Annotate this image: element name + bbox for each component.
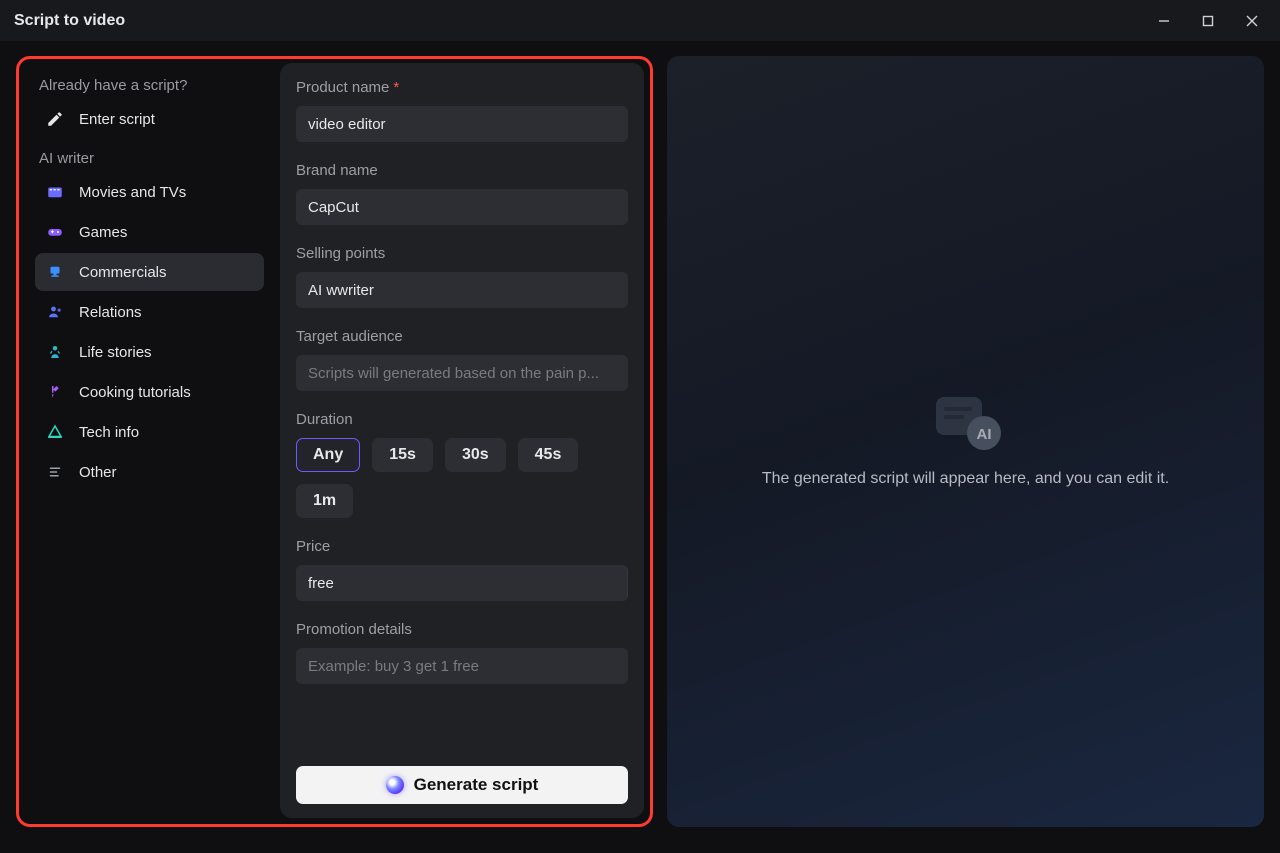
sidebar-item-cooking-tutorials[interactable]: Cooking tutorials (35, 373, 264, 411)
price-label: Price (296, 538, 628, 555)
selling-points-input[interactable] (296, 272, 628, 308)
product-name-label: Product name* (296, 79, 628, 96)
preview-panel: AI The generated script will appear here… (667, 56, 1264, 827)
sidebar-item-label: Relations (79, 304, 142, 321)
sidebar-section-ai: AI writer (39, 150, 262, 167)
close-button[interactable] (1230, 5, 1274, 37)
price-input[interactable] (296, 565, 628, 601)
sidebar-item-tech-info[interactable]: Tech info (35, 413, 264, 451)
commercials-icon (45, 262, 65, 282)
window-controls (1142, 5, 1274, 37)
sidebar-item-movies-and-tvs[interactable]: Movies and TVs (35, 173, 264, 211)
duration-options: Any 15s 30s 45s 1m (296, 438, 628, 518)
other-icon (45, 462, 65, 482)
life-stories-icon (45, 342, 65, 362)
sidebar-item-label: Other (79, 464, 117, 481)
sidebar-item-label: Movies and TVs (79, 184, 186, 201)
promotion-details-input[interactable] (296, 648, 628, 684)
duration-chip-30s[interactable]: 30s (445, 438, 506, 472)
brand-name-label: Brand name (296, 162, 628, 179)
maximize-button[interactable] (1186, 5, 1230, 37)
selling-points-label: Selling points (296, 245, 628, 262)
games-icon (45, 222, 65, 242)
sidebar-section-script: Already have a script? (39, 77, 262, 94)
cooking-icon (45, 382, 65, 402)
target-audience-label: Target audience (296, 328, 628, 345)
target-audience-input[interactable] (296, 355, 628, 391)
sidebar-item-other[interactable]: Other (35, 453, 264, 491)
minimize-button[interactable] (1142, 5, 1186, 37)
required-asterisk: * (393, 79, 399, 96)
form-panel: Product name* Brand name Selling points … (280, 63, 644, 818)
sidebar: Already have a script? Enter script AI w… (23, 63, 270, 818)
title-bar: Script to video (0, 0, 1280, 42)
generate-script-button[interactable]: Generate script (296, 766, 628, 804)
left-pane-highlight: Already have a script? Enter script AI w… (16, 56, 653, 827)
generate-script-label: Generate script (414, 775, 539, 795)
preview-placeholder-text: The generated script will appear here, a… (762, 467, 1169, 491)
sidebar-item-label: Life stories (79, 344, 152, 361)
relations-icon (45, 302, 65, 322)
sidebar-item-enter-script[interactable]: Enter script (35, 100, 264, 138)
ai-orb-icon (386, 776, 404, 794)
duration-label: Duration (296, 411, 628, 428)
tech-info-icon (45, 422, 65, 442)
brand-name-input[interactable] (296, 189, 628, 225)
svg-text:AI: AI (976, 426, 991, 443)
duration-chip-1m[interactable]: 1m (296, 484, 353, 518)
pencil-icon (45, 109, 65, 129)
product-name-input[interactable] (296, 106, 628, 142)
sidebar-item-commercials[interactable]: Commercials (35, 253, 264, 291)
sidebar-item-label: Cooking tutorials (79, 384, 191, 401)
movies-icon (45, 182, 65, 202)
sidebar-item-games[interactable]: Games (35, 213, 264, 251)
sidebar-item-label: Enter script (79, 111, 155, 128)
promotion-details-label: Promotion details (296, 621, 628, 638)
sidebar-item-life-stories[interactable]: Life stories (35, 333, 264, 371)
sidebar-item-label: Commercials (79, 264, 167, 281)
duration-chip-45s[interactable]: 45s (518, 438, 579, 472)
sidebar-item-relations[interactable]: Relations (35, 293, 264, 331)
duration-chip-any[interactable]: Any (296, 438, 360, 472)
ai-script-placeholder-icon: AI (930, 393, 1002, 449)
window-title: Script to video (14, 12, 125, 30)
duration-chip-15s[interactable]: 15s (372, 438, 433, 472)
sidebar-item-label: Tech info (79, 424, 139, 441)
sidebar-item-label: Games (79, 224, 127, 241)
